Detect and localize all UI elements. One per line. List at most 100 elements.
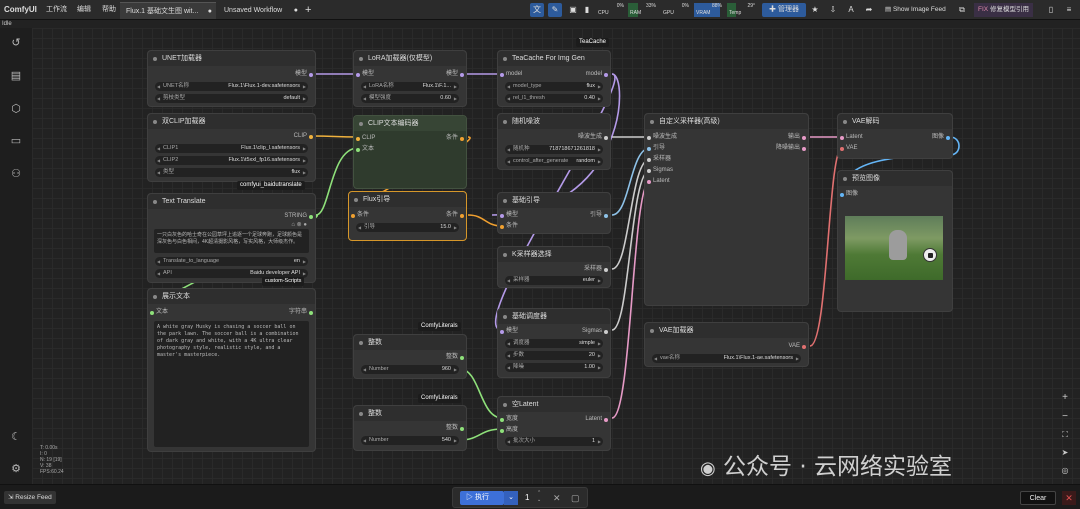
widget-weight-dtype[interactable]: 剪枝类型default	[155, 94, 308, 103]
fix-model-reference-button[interactable]: FIX 修复模型引用	[974, 3, 1033, 17]
close-feed-x-icon[interactable]: ✕	[1062, 491, 1076, 505]
input-slot-dot-icon[interactable]	[356, 73, 360, 77]
input-slot-dot-icon[interactable]	[150, 311, 154, 315]
output-slot-dot-icon[interactable]	[604, 268, 608, 272]
widget-lora-name[interactable]: LoRA名称Flux.1\F.1...	[361, 82, 459, 91]
widget-clip-type[interactable]: 类型flux	[155, 168, 308, 177]
manager-button[interactable]: ✚ 管理器	[762, 3, 806, 17]
output-string[interactable]: 字符串	[289, 308, 313, 317]
fit-view-icon[interactable]: ⛶	[1058, 428, 1072, 442]
input-slot-dot-icon[interactable]	[500, 73, 504, 77]
output-string[interactable]: STRING	[284, 212, 313, 221]
widget-guidance[interactable]: 引导15.0	[356, 223, 459, 232]
output-slot-dot-icon[interactable]	[604, 214, 608, 218]
widget-rel-l1-thresh[interactable]: rel_l1_thresh0.40	[505, 94, 603, 103]
output-model[interactable]: model	[586, 70, 608, 79]
feed-toggle-icon[interactable]: ⧉	[955, 3, 969, 17]
node-unet-loader[interactable]: UNET加载器 模型 UNET名称Flux.1\Flux.1-dev.safet…	[147, 50, 316, 107]
star-icon[interactable]: ★	[808, 3, 822, 17]
input-conditioning[interactable]: 条件	[351, 211, 369, 220]
settings-gear-icon[interactable]: ⚙	[9, 462, 23, 476]
stop-square-icon[interactable]: ▢	[571, 491, 580, 505]
input-slot-dot-icon[interactable]	[500, 429, 504, 433]
output-slot-dot-icon[interactable]	[460, 356, 464, 360]
input-slot-dot-icon[interactable]	[356, 148, 360, 152]
sidebar-toggle-icon[interactable]: ▯	[1044, 3, 1058, 17]
output-sigmas[interactable]: Sigmas	[582, 327, 608, 336]
output-slot-dot-icon[interactable]	[604, 136, 608, 140]
node-library-cube-icon[interactable]: ⬡	[9, 102, 23, 116]
output-output[interactable]: 输出	[788, 133, 806, 142]
output-slot-dot-icon[interactable]	[309, 73, 313, 77]
output-int[interactable]: 整数	[446, 424, 464, 433]
output-int[interactable]: 整数	[446, 353, 464, 362]
output-slot-dot-icon[interactable]	[309, 135, 313, 139]
node-empty-latent[interactable]: 空Latent 宽度 高度 Latent 批次大小1	[497, 396, 611, 451]
input-slot-dot-icon[interactable]	[500, 214, 504, 218]
input-text[interactable]: 文本	[356, 145, 374, 154]
node-teacache[interactable]: TeaCache For Img Gen model model model_t…	[497, 50, 611, 107]
output-model[interactable]: 模型	[295, 70, 313, 79]
output-vae[interactable]: VAE	[788, 342, 806, 351]
output-slot-dot-icon[interactable]	[460, 73, 464, 77]
menu-icon[interactable]: ≡	[1062, 3, 1076, 17]
widget-model-type[interactable]: model_typeflux	[505, 82, 603, 91]
node-vae-loader[interactable]: VAE加载器 VAE vae名称Flux.1\Flux.1-ae.safeten…	[644, 322, 809, 367]
input-slot-dot-icon[interactable]	[500, 330, 504, 334]
tab-flux-workflow[interactable]: Flux.1 基础文生图 wit... ●	[120, 2, 216, 19]
output-latent[interactable]: Latent	[585, 415, 608, 424]
download-icon[interactable]: ⇩	[826, 3, 840, 17]
output-denoised[interactable]: 降噪输出	[776, 144, 806, 153]
input-guider[interactable]: 引导	[647, 144, 665, 153]
output-slot-dot-icon[interactable]	[460, 137, 464, 141]
widget-steps[interactable]: 步数20	[505, 351, 603, 360]
input-slot-dot-icon[interactable]	[647, 147, 651, 151]
folder-icon[interactable]: ▭	[9, 134, 23, 148]
input-conditioning[interactable]: 条件	[500, 222, 518, 231]
widget-number[interactable]: Number960	[361, 365, 459, 374]
node-integer-width[interactable]: 整数 整数 Number960	[353, 334, 467, 379]
output-slot-dot-icon[interactable]	[309, 215, 313, 219]
input-height[interactable]: 高度	[500, 426, 518, 435]
input-slot-dot-icon[interactable]	[500, 225, 504, 229]
zoom-in-icon[interactable]: +	[1058, 391, 1072, 405]
input-slot-dot-icon[interactable]	[351, 214, 355, 218]
workflow-tree-icon[interactable]: ⚇	[9, 167, 23, 181]
input-latent[interactable]: Latent	[840, 133, 863, 142]
input-model[interactable]: model	[500, 70, 522, 79]
node-preview-image[interactable]: 预览图像 图像	[837, 170, 953, 312]
text-tools-icon[interactable]: ⌂ ⊗ ●	[291, 221, 307, 228]
node-flux-guidance[interactable]: Flux引导 条件 条件 引导15.0	[348, 191, 467, 241]
bookmark-icon[interactable]: ▮	[580, 3, 594, 17]
node-vae-decode[interactable]: VAE解码 Latent VAE 图像	[837, 113, 953, 159]
output-slot-dot-icon[interactable]	[604, 73, 608, 77]
new-tab-plus-icon[interactable]: +	[305, 0, 311, 20]
input-clip[interactable]: CLIP	[356, 134, 375, 143]
input-vae[interactable]: VAE	[840, 144, 858, 153]
history-icon[interactable]: ↺	[9, 36, 23, 50]
widget-denoise[interactable]: 降噪1.00	[505, 363, 603, 372]
locate-arrow-icon[interactable]: ➤	[1058, 446, 1072, 460]
zoom-out-icon[interactable]: −	[1058, 410, 1072, 424]
widget-clip1[interactable]: CLIP1Flux.1\clip_l.safetensors	[155, 144, 308, 153]
input-latent[interactable]: Latent	[647, 177, 670, 186]
brush-icon[interactable]: ✎	[548, 3, 562, 17]
menu-help[interactable]: 帮助	[102, 0, 116, 20]
theme-moon-icon[interactable]: ☾	[9, 430, 23, 444]
widget-batch-size[interactable]: 批次大小1	[505, 437, 603, 446]
widget-number[interactable]: Number540	[361, 436, 459, 445]
node-show-text[interactable]: 展示文本 文本 字符串 A white gray Husky is chasin…	[147, 288, 316, 452]
input-slot-dot-icon[interactable]	[840, 193, 844, 197]
queue-list-icon[interactable]: ▤	[9, 69, 23, 83]
input-sampler[interactable]: 采样器	[647, 155, 671, 164]
show-image-feed-button[interactable]: ▤ Show Image Feed	[885, 0, 946, 20]
node-dual-clip-loader[interactable]: 双CLIP加载器 CLIP CLIP1Flux.1\clip_l.safeten…	[147, 113, 316, 182]
output-noise[interactable]: 噪波生成	[578, 133, 608, 142]
input-slot-dot-icon[interactable]	[647, 169, 651, 173]
translate-source-textarea[interactable]: 一只白灰色的哈士奇在公园草坪上追逐一个足球奔跑，足球颜色是深灰色与白色相间，4K…	[154, 229, 309, 253]
output-slot-dot-icon[interactable]	[802, 345, 806, 349]
menu-workflow[interactable]: 工作流	[46, 0, 67, 20]
input-slot-dot-icon[interactable]	[500, 418, 504, 422]
input-image[interactable]: 图像	[840, 190, 858, 199]
model-a-icon[interactable]: A	[844, 3, 858, 17]
